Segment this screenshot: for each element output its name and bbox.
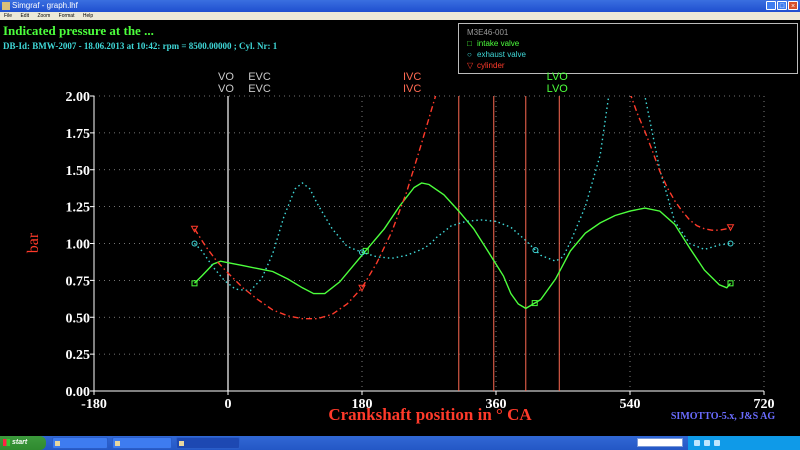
taskbar-item-1[interactable] (52, 437, 108, 449)
folder-icon (55, 441, 60, 446)
y-tick-label: 0.25 (66, 348, 91, 363)
series-line-intake (194, 182, 732, 310)
y-tick-label: 0.75 (66, 274, 91, 289)
y-tick-label: 1.75 (66, 127, 91, 142)
taskbar-item-2[interactable] (112, 437, 172, 449)
graph-window-icon (179, 441, 184, 446)
y-tick-label: 1.25 (66, 201, 91, 216)
tray-icon-1 (694, 440, 700, 446)
app-window-icon (115, 441, 120, 446)
start-button[interactable]: start (0, 436, 46, 450)
x-tick-label: 0 (225, 397, 232, 412)
tray-icon-2 (704, 440, 710, 446)
pressure-chart: 0.000.250.500.751.001.251.501.752.00-180… (25, 71, 775, 424)
taskbar-search-box[interactable] (637, 438, 683, 447)
series-line-cylinder-2 (630, 96, 731, 231)
system-tray (688, 436, 800, 450)
tray-icon-3 (714, 440, 720, 446)
y-tick-label: 2.00 (66, 90, 91, 105)
event-label-evc-2: EVC (248, 83, 271, 95)
y-axis-label: bar (25, 232, 42, 253)
event-label-vo-2: VO (218, 83, 234, 95)
event-label-ivc-2: IVC (403, 83, 421, 95)
y-tick-label: 1.00 (66, 238, 91, 253)
y-tick-label: 1.50 (66, 164, 91, 179)
x-axis-label: Crankshaft position in ° CA (328, 405, 532, 424)
x-tick-label: -180 (81, 397, 107, 412)
credit-label: SIMOTTO-5.x, J&S AG (671, 411, 775, 422)
y-tick-label: 0.50 (66, 311, 91, 326)
taskbar-item-3[interactable] (176, 437, 240, 449)
event-label-ivc: IVC (403, 71, 421, 83)
marker-exhaust (532, 247, 539, 254)
series-line-exhaust (194, 96, 731, 292)
taskbar: start (0, 436, 800, 450)
event-label-lvo: LVO (547, 71, 569, 83)
event-label-vo: VO (218, 71, 234, 83)
x-tick-label: 720 (754, 397, 775, 412)
windows-flag-icon (3, 439, 10, 446)
event-label-evc: EVC (248, 71, 271, 83)
event-label-lvo-2: LVO (547, 83, 569, 95)
x-tick-label: 540 (620, 397, 641, 412)
